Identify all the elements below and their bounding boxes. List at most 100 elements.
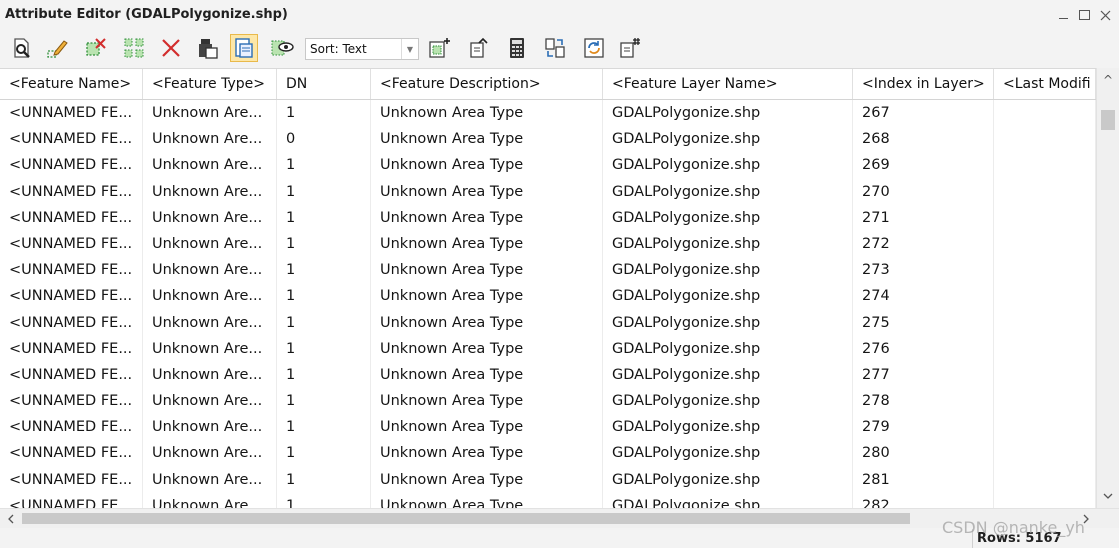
- cell-feature-layer-name[interactable]: GDALPolygonize.shp: [603, 466, 853, 493]
- cell-last-modified[interactable]: [994, 388, 1096, 415]
- cell-index-in-layer[interactable]: 275: [853, 309, 994, 336]
- cell-feature-description[interactable]: Unknown Area Type: [371, 257, 603, 284]
- cell-feature-name[interactable]: <UNNAMED FE...: [0, 466, 143, 493]
- column-header-feature-layer-name[interactable]: <Feature Layer Name>: [603, 69, 853, 99]
- cell-feature-description[interactable]: Unknown Area Type: [371, 204, 603, 231]
- cell-feature-type[interactable]: Unknown Are...: [143, 126, 277, 153]
- cell-feature-type[interactable]: Unknown Are...: [143, 361, 277, 389]
- cell-feature-layer-name[interactable]: GDALPolygonize.shp: [603, 230, 853, 258]
- cell-feature-layer-name[interactable]: GDALPolygonize.shp: [603, 388, 853, 415]
- cell-feature-description[interactable]: Unknown Area Type: [371, 152, 603, 179]
- cell-feature-type[interactable]: Unknown Are...: [143, 283, 277, 310]
- table-row[interactable]: <UNNAMED FE... Unknown Are... 1 Unknown Are…: [0, 178, 1096, 205]
- minimize-button[interactable]: [1052, 4, 1074, 26]
- table-row[interactable]: <UNNAMED FE... Unknown Are... 1 Unknown Are…: [0, 204, 1096, 231]
- cell-feature-name[interactable]: <UNNAMED FE...: [0, 361, 143, 389]
- cell-feature-layer-name[interactable]: GDALPolygonize.shp: [603, 152, 853, 179]
- cell-feature-description[interactable]: Unknown Area Type: [371, 100, 603, 127]
- cell-feature-name[interactable]: <UNNAMED FE...: [0, 257, 143, 284]
- cell-feature-name[interactable]: <UNNAMED FE...: [0, 126, 143, 153]
- cell-feature-name[interactable]: <UNNAMED FE...: [0, 178, 143, 205]
- maximize-button[interactable]: [1073, 4, 1095, 26]
- cell-last-modified[interactable]: [994, 492, 1096, 509]
- cell-feature-description[interactable]: Unknown Area Type: [371, 388, 603, 415]
- cell-last-modified[interactable]: [994, 414, 1096, 441]
- cell-feature-layer-name[interactable]: GDALPolygonize.shp: [603, 204, 853, 231]
- cell-feature-layer-name[interactable]: GDALPolygonize.shp: [603, 309, 853, 336]
- column-header-feature-type[interactable]: <Feature Type>: [143, 69, 277, 99]
- cell-last-modified[interactable]: [994, 100, 1096, 127]
- cell-feature-description[interactable]: Unknown Area Type: [371, 361, 603, 389]
- cell-feature-description[interactable]: Unknown Area Type: [371, 414, 603, 441]
- table-row[interactable]: <UNNAMED FE... Unknown Are... 1 Unknown Are…: [0, 440, 1096, 467]
- cell-last-modified[interactable]: [994, 257, 1096, 284]
- cell-dn[interactable]: 1: [277, 178, 371, 205]
- table-row[interactable]: <UNNAMED FE... Unknown Are... 1 Unknown Are…: [0, 492, 1096, 509]
- select-all-button[interactable]: [120, 34, 148, 62]
- cell-feature-name[interactable]: <UNNAMED FE...: [0, 335, 143, 362]
- cell-dn[interactable]: 1: [277, 100, 371, 127]
- cell-last-modified[interactable]: [994, 126, 1096, 153]
- vertical-scroll-thumb[interactable]: [1101, 110, 1115, 130]
- horizontal-scroll-thumb[interactable]: [22, 513, 910, 524]
- table-row[interactable]: <UNNAMED FE... Unknown Are... 1 Unknown Are…: [0, 100, 1096, 127]
- cell-feature-name[interactable]: <UNNAMED FE...: [0, 414, 143, 441]
- cell-dn[interactable]: 1: [277, 388, 371, 415]
- cell-feature-layer-name[interactable]: GDALPolygonize.shp: [603, 492, 853, 509]
- cell-feature-layer-name[interactable]: GDALPolygonize.shp: [603, 257, 853, 284]
- column-header-index-in-layer[interactable]: <Index in Layer>: [853, 69, 994, 99]
- cell-feature-type[interactable]: Unknown Are...: [143, 178, 277, 205]
- cell-feature-name[interactable]: <UNNAMED FE...: [0, 283, 143, 310]
- chevron-down-icon[interactable]: ▼: [401, 39, 418, 59]
- scroll-down-icon[interactable]: [1097, 486, 1119, 506]
- cell-feature-type[interactable]: Unknown Are...: [143, 204, 277, 231]
- cell-index-in-layer[interactable]: 272: [853, 230, 994, 258]
- cell-feature-type[interactable]: Unknown Are...: [143, 414, 277, 441]
- table-row[interactable]: <UNNAMED FE... Unknown Are... 1 Unknown Are…: [0, 309, 1096, 336]
- cell-feature-description[interactable]: Unknown Area Type: [371, 230, 603, 258]
- cell-last-modified[interactable]: [994, 178, 1096, 205]
- table-row[interactable]: <UNNAMED FE... Unknown Are... 1 Unknown Are…: [0, 283, 1096, 310]
- scroll-up-icon[interactable]: ^: [1097, 70, 1119, 90]
- cell-index-in-layer[interactable]: 282: [853, 492, 994, 509]
- swap-button[interactable]: [541, 34, 569, 62]
- cell-feature-description[interactable]: Unknown Area Type: [371, 178, 603, 205]
- view-button[interactable]: [268, 34, 296, 62]
- add-column-button[interactable]: [616, 34, 644, 62]
- delete-selected-button[interactable]: [82, 34, 110, 62]
- refresh-button[interactable]: [580, 34, 608, 62]
- cell-last-modified[interactable]: [994, 361, 1096, 389]
- cell-feature-name[interactable]: <UNNAMED FE...: [0, 309, 143, 336]
- column-header-feature-description[interactable]: <Feature Description>: [371, 69, 603, 99]
- cell-dn[interactable]: 1: [277, 230, 371, 258]
- find-button[interactable]: [8, 34, 36, 62]
- cell-feature-type[interactable]: Unknown Are...: [143, 466, 277, 493]
- cell-index-in-layer[interactable]: 281: [853, 466, 994, 493]
- cell-feature-layer-name[interactable]: GDALPolygonize.shp: [603, 178, 853, 205]
- cell-feature-name[interactable]: <UNNAMED FE...: [0, 204, 143, 231]
- cell-feature-description[interactable]: Unknown Area Type: [371, 466, 603, 493]
- cell-feature-layer-name[interactable]: GDALPolygonize.shp: [603, 414, 853, 441]
- cell-index-in-layer[interactable]: 280: [853, 440, 994, 467]
- close-button[interactable]: [1094, 4, 1116, 26]
- column-header-last-modified[interactable]: <Last Modifi: [994, 69, 1096, 99]
- cell-last-modified[interactable]: [994, 466, 1096, 493]
- cell-last-modified[interactable]: [994, 309, 1096, 336]
- table-row[interactable]: <UNNAMED FE... Unknown Are... 1 Unknown Are…: [0, 414, 1096, 441]
- cell-dn[interactable]: 1: [277, 361, 371, 389]
- cell-index-in-layer[interactable]: 268: [853, 126, 994, 153]
- edit-button[interactable]: [44, 34, 72, 62]
- cell-dn[interactable]: 1: [277, 204, 371, 231]
- cell-feature-type[interactable]: Unknown Are...: [143, 100, 277, 127]
- paste-button[interactable]: [230, 34, 258, 62]
- cell-index-in-layer[interactable]: 277: [853, 361, 994, 389]
- cell-dn[interactable]: 1: [277, 335, 371, 362]
- cell-index-in-layer[interactable]: 269: [853, 152, 994, 179]
- copy-button[interactable]: [194, 34, 222, 62]
- delete-button[interactable]: [157, 34, 185, 62]
- calculator-button[interactable]: [503, 34, 531, 62]
- cell-last-modified[interactable]: [994, 152, 1096, 179]
- cell-index-in-layer[interactable]: 279: [853, 414, 994, 441]
- cell-feature-type[interactable]: Unknown Are...: [143, 440, 277, 467]
- table-row[interactable]: <UNNAMED FE... Unknown Are... 1 Unknown Are…: [0, 388, 1096, 415]
